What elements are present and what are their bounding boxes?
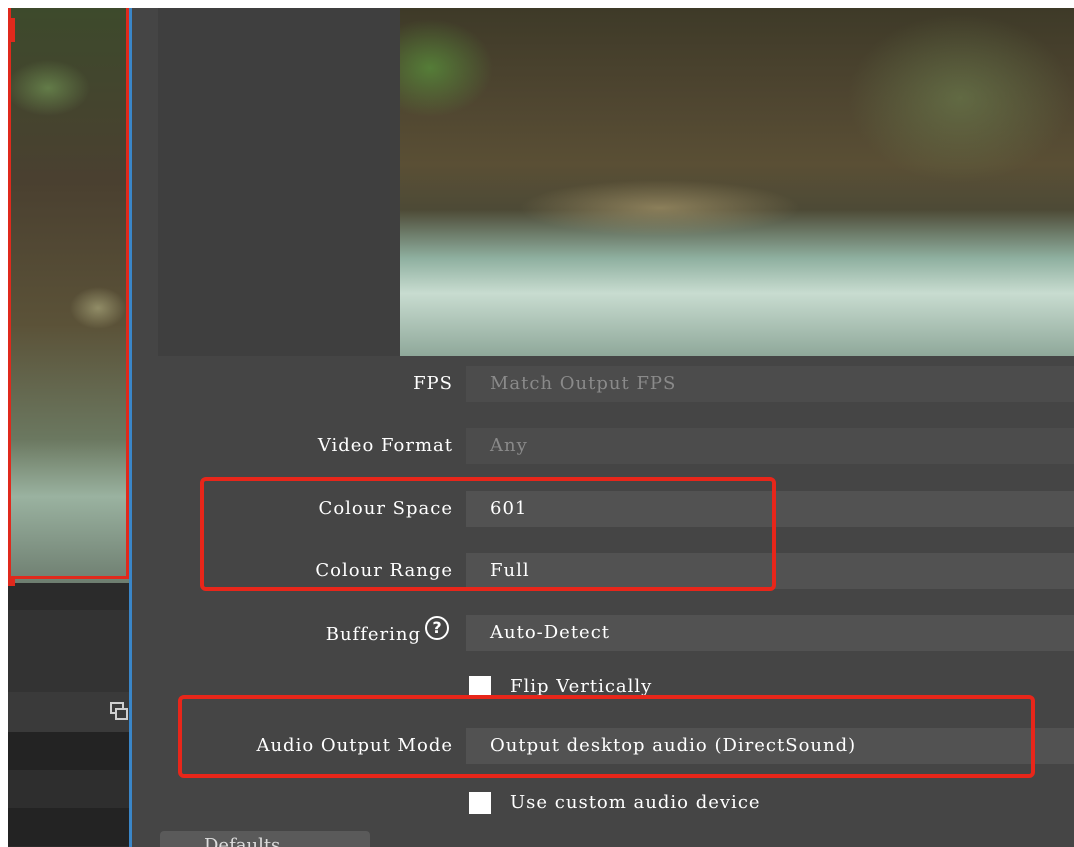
defaults-button[interactable]: Defaults — [160, 831, 370, 847]
selection-handle-bottom[interactable] — [8, 576, 15, 586]
buffering-select[interactable]: Auto-Detect — [466, 615, 1074, 651]
fps-label: FPS — [413, 373, 453, 394]
main-toolbar — [8, 610, 130, 692]
source-selection-outline — [8, 8, 129, 579]
screenshot-frame: FPS Match Output FPS Video Format Any Co… — [0, 0, 1074, 847]
list-item[interactable] — [8, 770, 130, 808]
video-format-select[interactable]: Any — [466, 428, 1074, 464]
selection-handle-top[interactable] — [8, 18, 15, 42]
dock-header — [8, 692, 130, 732]
video-format-label: Video Format — [317, 435, 453, 456]
list-item[interactable] — [8, 732, 130, 770]
float-window-icon[interactable] — [110, 702, 128, 720]
buffering-label: Buffering — [325, 624, 421, 645]
fps-select[interactable]: Match Output FPS — [466, 366, 1074, 402]
use-custom-audio-device-checkbox[interactable] — [469, 792, 491, 814]
camera-preview-image — [400, 8, 1074, 356]
use-custom-audio-device-label[interactable]: Use custom audio device — [510, 792, 761, 813]
flip-vertically-label[interactable]: Flip Vertically — [510, 676, 652, 697]
list-item[interactable] — [8, 808, 130, 846]
main-window-left-pane — [8, 8, 130, 847]
annotation-box-colour-settings — [200, 477, 776, 591]
annotation-box-audio-output — [178, 695, 1035, 778]
properties-preview — [158, 8, 1074, 356]
question-circle-icon[interactable]: ? — [425, 616, 449, 640]
